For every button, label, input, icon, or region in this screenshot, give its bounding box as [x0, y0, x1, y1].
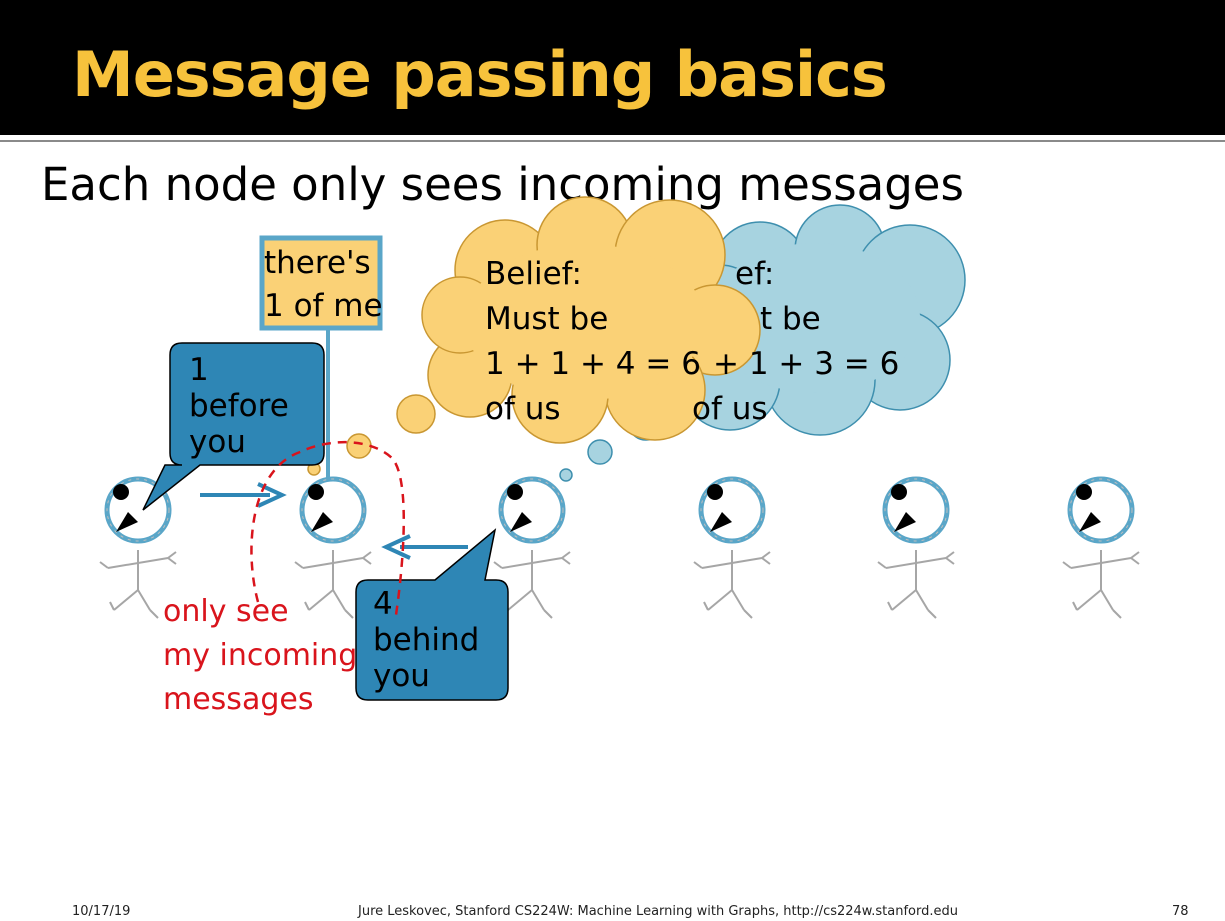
self-count-text: there's 1 of me: [264, 245, 383, 324]
right-message-arrow: [200, 482, 287, 508]
blue-belief-text: ef: t be + 1 + 3 = 6 of us: [692, 256, 900, 427]
incoming-messages-label: only see my incoming messages: [163, 594, 358, 717]
left-message-arrow: [381, 534, 468, 560]
before-you-text: 1 before you: [189, 352, 289, 460]
behind-you-text: 4 behind you: [373, 586, 480, 694]
footer-credit: Jure Leskovec, Stanford CS224W: Machine …: [358, 904, 958, 919]
person-node-5: [878, 479, 954, 618]
person-node-4: [694, 479, 770, 618]
page-number: 78: [1172, 904, 1189, 919]
message-passing-diagram: [0, 196, 1225, 701]
footer-date: 10/17/19: [72, 904, 131, 919]
orange-belief-text: Belief: Must be 1 + 1 + 4 = 6 of us: [485, 256, 701, 427]
person-node-6: [1063, 479, 1139, 618]
